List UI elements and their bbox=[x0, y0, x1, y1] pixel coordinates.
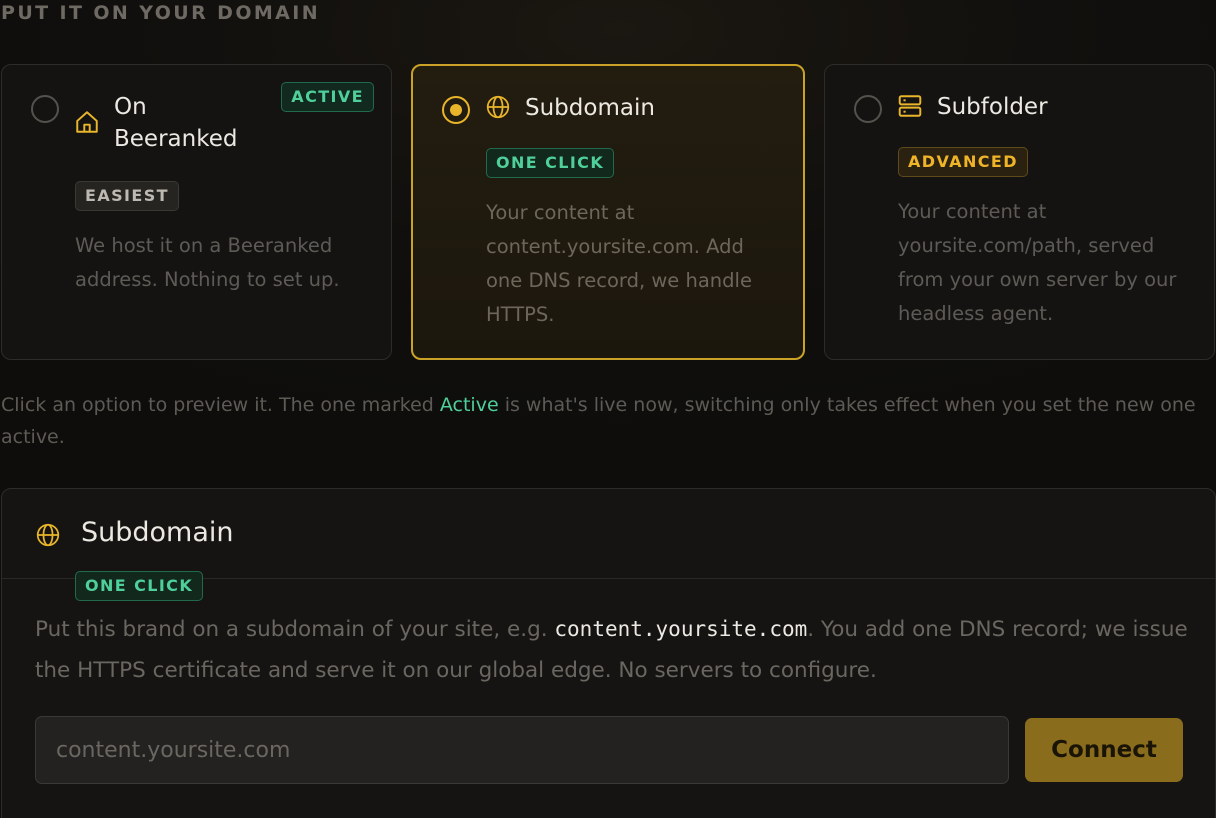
option-card-subfolder[interactable]: Subfolder ADVANCED Your content at yours… bbox=[824, 64, 1215, 360]
hint-active-highlight: Active bbox=[439, 394, 499, 416]
easiest-badge: EASIEST bbox=[75, 181, 179, 211]
active-badge: ACTIVE bbox=[281, 82, 374, 112]
preview-hint: Click an option to preview it. The one m… bbox=[1, 389, 1215, 453]
option-radio-subdomain[interactable] bbox=[442, 96, 470, 124]
option-title: Subfolder bbox=[937, 94, 1048, 120]
globe-icon bbox=[36, 523, 60, 547]
panel-desc-before: Put this brand on a subdomain of your si… bbox=[35, 617, 555, 642]
advanced-badge: ADVANCED bbox=[898, 147, 1028, 177]
subdomain-config-panel: Subdomain ONE CLICK Put this brand on a … bbox=[1, 488, 1216, 818]
option-title: On Beeranked bbox=[114, 94, 238, 152]
option-radio-subfolder[interactable] bbox=[854, 95, 882, 123]
example-domain-code: content.yoursite.com bbox=[554, 617, 808, 641]
panel-description: Put this brand on a subdomain of your si… bbox=[35, 609, 1195, 691]
panel-header: Subdomain ONE CLICK bbox=[2, 489, 1215, 601]
section-title: PUT IT ON YOUR DOMAIN bbox=[1, 2, 321, 24]
panel-title: Subdomain bbox=[81, 517, 234, 548]
one-click-badge: ONE CLICK bbox=[75, 571, 204, 601]
one-click-badge: ONE CLICK bbox=[486, 148, 615, 178]
connect-button[interactable]: Connect bbox=[1025, 718, 1183, 782]
hint-text-before: Click an option to preview it. The one m… bbox=[1, 394, 440, 416]
option-description: We host it on a Beeranked address. Nothi… bbox=[75, 234, 340, 291]
subdomain-input[interactable] bbox=[35, 716, 1009, 784]
option-card-subdomain[interactable]: Subdomain ONE CLICK Your content at cont… bbox=[411, 64, 805, 360]
option-card-on-beeranked[interactable]: On Beeranked ACTIVE EASIEST We host it o… bbox=[1, 64, 392, 360]
option-description: Your content at yoursite.com/path, serve… bbox=[898, 200, 1177, 325]
globe-icon bbox=[486, 95, 510, 119]
option-radio-on-beeranked[interactable] bbox=[31, 95, 59, 123]
option-description: Your content at content.yoursite.com. Ad… bbox=[486, 201, 752, 326]
home-icon bbox=[76, 111, 98, 133]
option-title: Subdomain bbox=[525, 95, 655, 121]
server-icon bbox=[898, 95, 922, 117]
